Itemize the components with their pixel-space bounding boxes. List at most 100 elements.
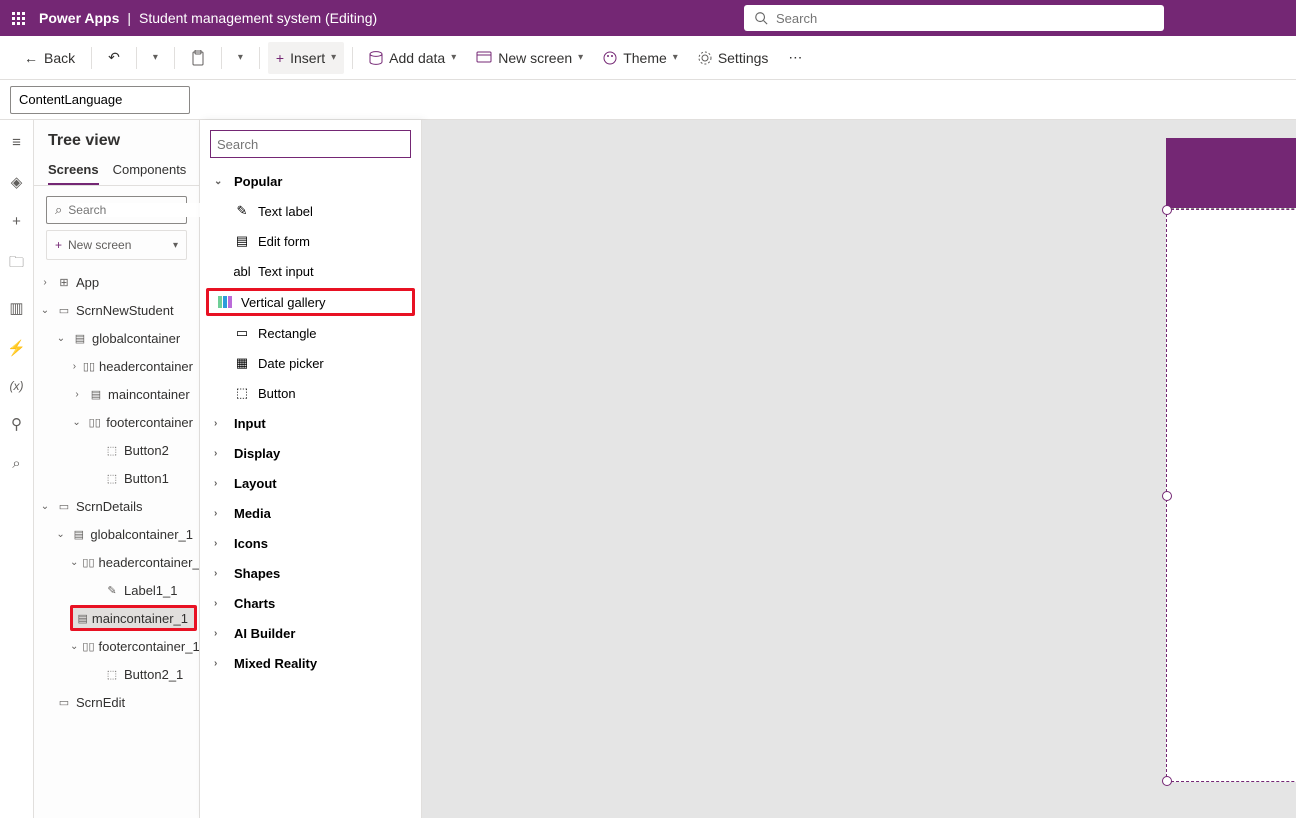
chevron-right-icon: › bbox=[214, 568, 226, 579]
insert-group-media[interactable]: ›Media bbox=[200, 498, 421, 528]
undo-dropdown[interactable]: ▾ bbox=[145, 42, 166, 74]
insert-search[interactable] bbox=[210, 130, 411, 158]
global-search[interactable] bbox=[744, 5, 1164, 31]
container-icon: ▯▯ bbox=[82, 554, 94, 570]
chevron-right-icon: › bbox=[214, 508, 226, 519]
paste-dropdown[interactable]: ▾ bbox=[230, 42, 251, 74]
formula-bar bbox=[0, 80, 1296, 120]
tree-item-maincontainer[interactable]: ›▤maincontainer bbox=[34, 380, 199, 408]
gear-icon bbox=[698, 51, 712, 65]
plus-icon: + bbox=[276, 50, 284, 66]
paste-button[interactable] bbox=[183, 42, 213, 74]
insert-text-label[interactable]: ✎Text label bbox=[200, 196, 421, 226]
screen-icon: ▭ bbox=[56, 498, 72, 514]
back-arrow-icon: ← bbox=[24, 50, 38, 66]
command-bar: ← Back ↶ ▾ ▾ + Insert ▾ Add data ▾ New s… bbox=[0, 36, 1296, 80]
insert-group-icons[interactable]: ›Icons bbox=[200, 528, 421, 558]
tree-item-scrnedit[interactable]: ▭ScrnEdit bbox=[34, 688, 199, 716]
rail-media-icon[interactable]: ▥ bbox=[9, 299, 23, 317]
ellipsis-icon: ⋯ bbox=[788, 49, 802, 66]
selection-outline bbox=[1166, 209, 1296, 782]
property-selector[interactable] bbox=[10, 86, 190, 114]
tree-item-headercontainer1[interactable]: ⌄▯▯headercontainer_1 bbox=[34, 548, 199, 576]
global-search-input[interactable] bbox=[776, 11, 1154, 26]
tree-item-footercontainer1[interactable]: ⌄▯▯footercontainer_1 bbox=[34, 632, 199, 660]
gallery-icon bbox=[217, 295, 233, 309]
screen-icon bbox=[476, 51, 492, 65]
chevron-right-icon: › bbox=[214, 628, 226, 639]
rail-insert-icon[interactable]: + bbox=[12, 213, 21, 230]
insert-button[interactable]: + Insert ▾ bbox=[268, 42, 344, 74]
tree-item-button21[interactable]: ⬚Button2_1 bbox=[34, 660, 199, 688]
tree-item-scrnnew[interactable]: ⌄▭ScrnNewStudent bbox=[34, 296, 199, 324]
plus-icon: + bbox=[55, 238, 62, 252]
chevron-right-icon: › bbox=[214, 658, 226, 669]
tree-item-app[interactable]: ›⊞App bbox=[34, 268, 199, 296]
rail-tools-icon[interactable]: ⚲ bbox=[11, 415, 22, 433]
container-icon: ▤ bbox=[71, 526, 86, 542]
tab-screens[interactable]: Screens bbox=[48, 156, 99, 185]
rail-var-icon[interactable]: (x) bbox=[10, 379, 24, 393]
canvas-area[interactable]: Student Detail + bbox=[422, 120, 1296, 818]
tree-item-globalcontainer[interactable]: ⌄▤globalcontainer bbox=[34, 324, 199, 352]
clipboard-icon bbox=[191, 50, 205, 66]
insert-search-input[interactable] bbox=[217, 137, 404, 152]
rail-tree-icon[interactable]: ≡ bbox=[12, 134, 21, 151]
tree-item-footercontainer[interactable]: ⌄▯▯footercontainer bbox=[34, 408, 199, 436]
tree-title: Tree view bbox=[34, 120, 199, 156]
add-data-button[interactable]: Add data ▾ bbox=[361, 42, 464, 74]
back-button[interactable]: ← Back bbox=[16, 42, 83, 74]
insert-group-charts[interactable]: ›Charts bbox=[200, 588, 421, 618]
settings-button[interactable]: Settings bbox=[690, 42, 777, 74]
tree-item-button2[interactable]: ⬚Button2 bbox=[34, 436, 199, 464]
insert-rectangle[interactable]: ▭Rectangle bbox=[200, 318, 421, 348]
container-icon: ▤ bbox=[72, 330, 88, 346]
insert-group-popular[interactable]: ⌄Popular bbox=[200, 166, 421, 196]
insert-group-input[interactable]: ›Input bbox=[200, 408, 421, 438]
insert-edit-form[interactable]: ▤Edit form bbox=[200, 226, 421, 256]
tree-item-headercontainer[interactable]: ›▯▯headercontainer bbox=[34, 352, 199, 380]
insert-group-shapes[interactable]: ›Shapes bbox=[200, 558, 421, 588]
tree-item-globalcontainer1[interactable]: ⌄▤globalcontainer_1 bbox=[34, 520, 199, 548]
chevron-down-icon: ⌄ bbox=[214, 176, 226, 187]
chevron-right-icon: › bbox=[214, 598, 226, 609]
insert-text-input[interactable]: ablText input bbox=[200, 256, 421, 286]
tree-item-label11[interactable]: ✎Label1_1 bbox=[34, 576, 199, 604]
waffle-icon[interactable] bbox=[12, 12, 25, 25]
tree-item-maincontainer1[interactable]: ▤maincontainer_1 bbox=[70, 605, 197, 631]
tree-item-button1[interactable]: ⬚Button1 bbox=[34, 464, 199, 492]
chevron-right-icon: › bbox=[214, 448, 226, 459]
rail-layers-icon[interactable]: ◈ bbox=[11, 173, 23, 191]
screen-header[interactable]: Student Detail bbox=[1166, 138, 1296, 208]
theme-button[interactable]: Theme ▾ bbox=[595, 42, 686, 74]
tree-search[interactable]: ⌕ bbox=[46, 196, 187, 224]
resize-handle[interactable] bbox=[1162, 491, 1172, 501]
insert-group-mr[interactable]: ›Mixed Reality bbox=[200, 648, 421, 678]
tree-list: ›⊞App ⌄▭ScrnNewStudent ⌄▤globalcontainer… bbox=[34, 268, 199, 818]
tree-item-scrndetails[interactable]: ⌄▭ScrnDetails bbox=[34, 492, 199, 520]
button-icon: ⬚ bbox=[234, 386, 250, 400]
rail-flow-icon[interactable]: ⚡ bbox=[7, 339, 26, 357]
screen-preview[interactable]: Student Detail + bbox=[1166, 138, 1296, 782]
search-icon: ⌕ bbox=[55, 202, 62, 218]
insert-button[interactable]: ⬚Button bbox=[200, 378, 421, 408]
insert-group-display[interactable]: ›Display bbox=[200, 438, 421, 468]
new-screen-button[interactable]: New screen ▾ bbox=[468, 42, 591, 74]
undo-button[interactable]: ↶ bbox=[100, 42, 128, 74]
chevron-right-icon: › bbox=[214, 418, 226, 429]
tree-new-screen-button[interactable]: + New screen ▾ bbox=[46, 230, 187, 260]
undo-icon: ↶ bbox=[108, 49, 120, 66]
more-button[interactable]: ⋯ bbox=[780, 42, 810, 74]
resize-handle[interactable] bbox=[1162, 205, 1172, 215]
container-icon: ▤ bbox=[88, 386, 104, 402]
insert-group-ai[interactable]: ›AI Builder bbox=[200, 618, 421, 648]
rail-data-icon[interactable]: 🗀 bbox=[9, 252, 24, 277]
rail-search-icon[interactable]: ⌕ bbox=[12, 455, 20, 472]
tab-components[interactable]: Components bbox=[113, 156, 187, 185]
insert-group-layout[interactable]: ›Layout bbox=[200, 468, 421, 498]
maincontainer-selected[interactable]: + bbox=[1166, 208, 1296, 782]
insert-date-picker[interactable]: ▦Date picker bbox=[200, 348, 421, 378]
resize-handle[interactable] bbox=[1162, 776, 1172, 786]
search-icon bbox=[754, 11, 768, 25]
insert-vertical-gallery[interactable]: Vertical gallery bbox=[206, 287, 415, 317]
